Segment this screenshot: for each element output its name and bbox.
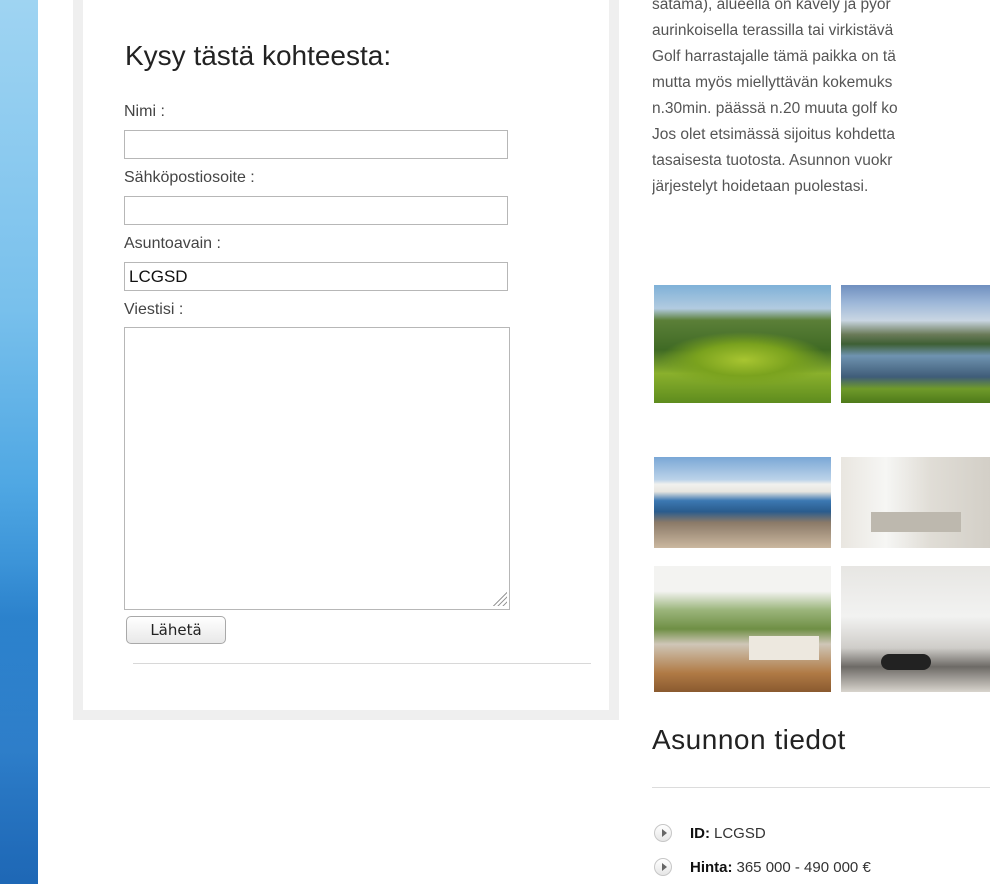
message-label: Viestisi : bbox=[124, 301, 184, 318]
contact-form-card: Kysy tästä kohteesta: Nimi : Sähköpostio… bbox=[83, 0, 609, 710]
property-details-title: Asunnon tiedot bbox=[652, 724, 846, 755]
description-line: n.30min. päässä n.20 muuta golf ko bbox=[652, 100, 898, 117]
lounge-photo-thumbnail[interactable] bbox=[841, 566, 990, 692]
form-divider bbox=[133, 663, 591, 664]
description-line: satama), alueella on kävely ja pyör bbox=[652, 0, 891, 13]
property-key-input[interactable] bbox=[124, 262, 508, 291]
name-input[interactable] bbox=[124, 130, 508, 159]
description-line: tasaisesta tuotosta. Asunnon vuokr bbox=[652, 152, 893, 169]
detail-value: 365 000 - 490 000 € bbox=[736, 858, 871, 876]
form-title: Kysy tästä kohteesta: bbox=[125, 40, 392, 71]
message-textarea[interactable] bbox=[124, 327, 510, 610]
sky-background-strip bbox=[0, 0, 38, 884]
living-room-photo-thumbnail[interactable] bbox=[841, 457, 990, 548]
resize-grip-icon[interactable] bbox=[491, 590, 507, 606]
golf-course-photo-thumbnail[interactable] bbox=[654, 285, 831, 403]
arrow-bullet-icon bbox=[654, 858, 672, 876]
covered-terrace-photo-thumbnail[interactable] bbox=[654, 566, 831, 692]
detail-label: ID: bbox=[690, 824, 710, 842]
description-line: aurinkoisella terassilla tai virkistävä bbox=[652, 22, 894, 39]
detail-label: Hinta: bbox=[690, 858, 733, 876]
arrow-bullet-icon bbox=[654, 824, 672, 842]
description-line: mutta myös miellyttävän kokemuks bbox=[652, 74, 893, 91]
property-description: satama), alueella on kävely ja pyör auri… bbox=[652, 0, 990, 200]
email-label: Sähköpostiosoite : bbox=[124, 169, 255, 186]
golf-lake-photo-thumbnail[interactable] bbox=[841, 285, 990, 403]
description-line: Jos olet etsimässä sijoitus kohdetta bbox=[652, 126, 895, 143]
details-divider bbox=[652, 787, 990, 788]
contact-form-panel: Kysy tästä kohteesta: Nimi : Sähköpostio… bbox=[73, 0, 619, 720]
detail-item-price: Hinta: 365 000 - 490 000 € bbox=[654, 858, 871, 876]
detail-item-id: ID: LCGSD bbox=[654, 824, 766, 842]
description-line: Golf harrastajalle tämä paikka on tä bbox=[652, 48, 896, 65]
email-input[interactable] bbox=[124, 196, 508, 225]
description-line: järjestelyt hoidetaan puolestasi. bbox=[652, 178, 869, 195]
pool-terrace-photo-thumbnail[interactable] bbox=[654, 457, 831, 548]
detail-value: LCGSD bbox=[714, 824, 766, 842]
property-key-label: Asuntoavain : bbox=[124, 235, 221, 252]
submit-button[interactable]: Lähetä bbox=[126, 616, 226, 644]
name-label: Nimi : bbox=[124, 103, 165, 120]
